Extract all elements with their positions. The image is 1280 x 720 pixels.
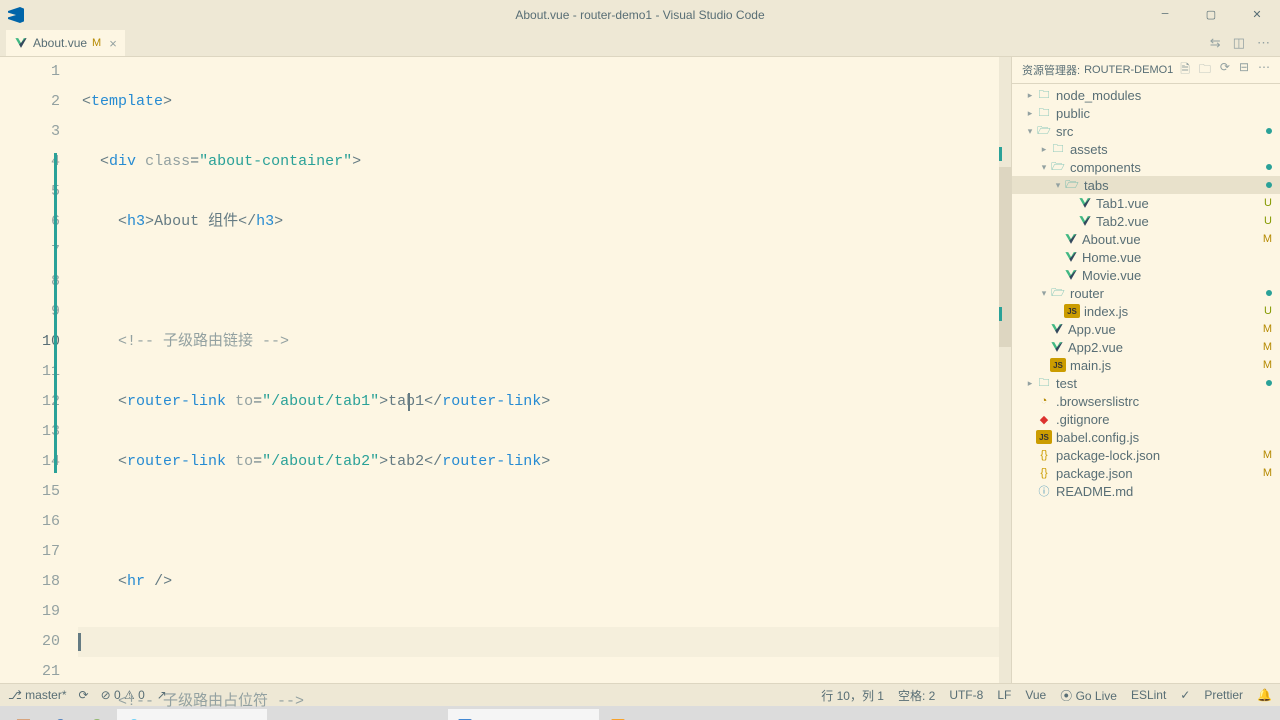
tree-item[interactable]: ▸🗀assets xyxy=(1012,140,1280,158)
tab-close-icon[interactable]: × xyxy=(109,36,117,51)
tree-item[interactable]: ▾🗁src xyxy=(1012,122,1280,140)
editor-tabs: About.vue M × ⇆ ◫ ⋯ xyxy=(0,30,1280,57)
minimize-button[interactable]: ─ xyxy=(1142,0,1188,30)
minimap[interactable] xyxy=(999,57,1011,683)
tab-modified-badge: M xyxy=(92,37,101,49)
tree-item[interactable]: Tab2.vueU xyxy=(1012,212,1280,230)
tree-item[interactable]: JSbabel.config.js xyxy=(1012,428,1280,446)
eslint-check-icon: ✓ xyxy=(1180,688,1190,702)
cursor xyxy=(78,633,81,651)
tree-item[interactable]: ◆.gitignore xyxy=(1012,410,1280,428)
tree-item[interactable]: ⓘREADME.md xyxy=(1012,482,1280,500)
tree-item[interactable]: JSmain.jsM xyxy=(1012,356,1280,374)
compare-icon[interactable]: ⇆ xyxy=(1210,36,1221,51)
notifications-icon[interactable]: 🔔 xyxy=(1257,688,1272,702)
split-icon[interactable]: ◫ xyxy=(1233,36,1245,51)
tree-item[interactable]: ▾🗁components xyxy=(1012,158,1280,176)
more-icon[interactable]: ⋯ xyxy=(1257,36,1270,51)
tree-item[interactable]: JSindex.jsU xyxy=(1012,302,1280,320)
window-title: About.vue - router-demo1 - Visual Studio… xyxy=(515,8,764,22)
tree-item[interactable]: Home.vue xyxy=(1012,248,1280,266)
vscode-icon xyxy=(8,7,24,23)
tree-item[interactable]: Tab1.vueU xyxy=(1012,194,1280,212)
eslint-indicator[interactable]: ESLint xyxy=(1131,688,1166,702)
maximize-button[interactable]: ▢ xyxy=(1188,0,1234,30)
tree-item[interactable]: ▸🗀public xyxy=(1012,104,1280,122)
prettier-indicator[interactable]: Prettier xyxy=(1204,688,1243,702)
refresh-icon[interactable]: ⟳ xyxy=(1220,60,1230,81)
new-folder-icon[interactable]: 🗀 xyxy=(1199,60,1211,81)
tree-item[interactable]: ▾🗁router xyxy=(1012,284,1280,302)
title-bar: About.vue - router-demo1 - Visual Studio… xyxy=(0,0,1280,30)
eol-indicator[interactable]: LF xyxy=(997,688,1011,702)
explorer-sidebar: 资源管理器: ROUTER-DEMO1 🗎 🗀 ⟳ ⊟ ⋯ ▸🗀node_mod… xyxy=(1011,57,1280,683)
tree-item[interactable]: About.vueM xyxy=(1012,230,1280,248)
taskbar-item[interactable]: 🔵 xyxy=(43,709,78,720)
taskbar-item[interactable]: 🪟 xyxy=(6,709,41,720)
text-cursor-in-editor xyxy=(408,393,410,411)
tree-item[interactable]: App.vueM xyxy=(1012,320,1280,338)
editor[interactable]: 123 456 789 101112 131415 161718 192021 … xyxy=(0,57,1011,683)
tree-item[interactable]: App2.vueM xyxy=(1012,338,1280,356)
branch-indicator[interactable]: ⎇ master* xyxy=(8,688,67,702)
tab-label: About.vue xyxy=(33,36,87,50)
language-mode[interactable]: Vue xyxy=(1025,688,1046,702)
collapse-icon[interactable]: ⊟ xyxy=(1239,60,1249,81)
tree-item[interactable]: ◔.browserslistrc xyxy=(1012,392,1280,410)
close-button[interactable]: ✕ xyxy=(1234,0,1280,30)
tree-item[interactable]: {}package.jsonM xyxy=(1012,464,1280,482)
new-file-icon[interactable]: 🗎 xyxy=(1180,60,1190,81)
vue-icon xyxy=(14,36,28,50)
go-live-button[interactable]: ⦿ Go Live xyxy=(1060,687,1117,704)
line-gutter: 123 456 789 101112 131415 161718 192021 xyxy=(0,57,78,683)
tree-item[interactable]: ▸🗀test xyxy=(1012,374,1280,392)
tab-about-vue[interactable]: About.vue M × xyxy=(6,30,125,56)
code-area[interactable]: <template> <div class="about-container">… xyxy=(78,57,999,683)
tree-item[interactable]: ▾🗁tabs xyxy=(1012,176,1280,194)
explorer-header: 资源管理器: ROUTER-DEMO1 🗎 🗀 ⟳ ⊟ ⋯ xyxy=(1012,57,1280,84)
tree-item[interactable]: ▸🗀node_modules xyxy=(1012,86,1280,104)
tree-item[interactable]: {}package-lock.jsonM xyxy=(1012,446,1280,464)
more-icon[interactable]: ⋯ xyxy=(1258,60,1270,81)
tree-item[interactable]: Movie.vue xyxy=(1012,266,1280,284)
file-tree[interactable]: ▸🗀node_modules▸🗀public▾🗁src▸🗀assets▾🗁com… xyxy=(1012,84,1280,683)
